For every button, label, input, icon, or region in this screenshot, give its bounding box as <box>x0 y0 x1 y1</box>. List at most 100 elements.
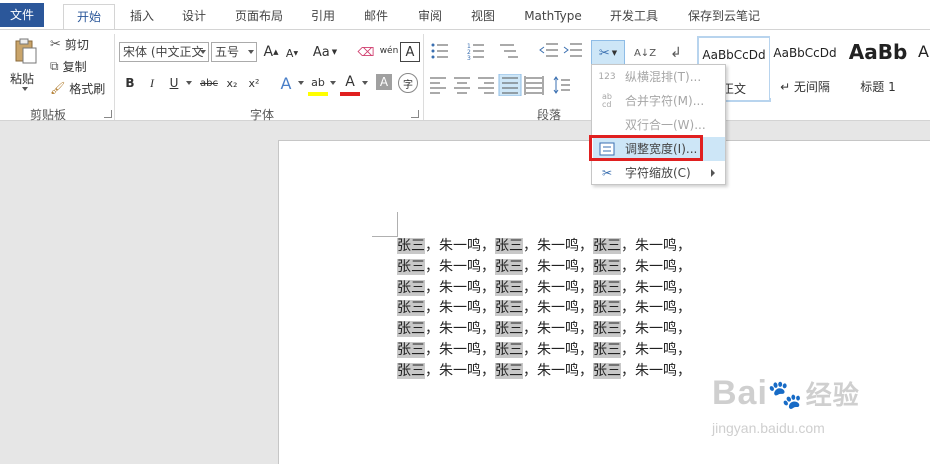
tab-save-to-cloud-note[interactable]: 保存到云笔记 <box>682 4 766 30</box>
text-segment: ，朱一鸣， <box>425 300 495 316</box>
paragraph-top-row: 123 <box>431 43 582 62</box>
font-color-button[interactable]: A <box>340 72 360 96</box>
increase-indent-icon[interactable] <box>563 43 582 57</box>
copy-button[interactable]: ⧉ 复制 <box>50 58 87 74</box>
text-line[interactable]: 张三，朱一鸣，张三，朱一鸣，张三，朱一鸣， <box>397 278 691 298</box>
char-shading-button[interactable]: A <box>376 74 392 90</box>
text-segment: ，朱一鸣， <box>621 238 691 254</box>
highlighted-name: 张三 <box>397 342 425 358</box>
font-color-dropdown-arrow[interactable] <box>362 81 368 85</box>
distributed-icon[interactable] <box>524 76 544 95</box>
tab-home[interactable]: 开始 <box>63 4 115 32</box>
highlight-dropdown-arrow[interactable] <box>330 81 336 85</box>
italic-button[interactable]: I <box>144 74 160 92</box>
menu-item-combine-chars[interactable]: ab cd 合并字符(M)... <box>593 89 725 113</box>
text-segment: ，朱一鸣， <box>425 259 495 275</box>
highlighted-name: 张三 <box>495 300 523 316</box>
underline-dropdown-arrow[interactable] <box>186 81 192 85</box>
font-name-combobox[interactable]: 宋体 (中文正文 <box>119 42 209 62</box>
shrink-font-button[interactable]: A ▼ <box>284 44 300 62</box>
clipboard-dialog-launcher[interactable] <box>104 110 112 118</box>
enclose-chars-button[interactable]: 字 <box>398 73 418 93</box>
text-line[interactable]: 张三，朱一鸣，张三，朱一鸣，张三，朱一鸣， <box>397 340 691 360</box>
text-segment: ，朱一鸣， <box>425 342 495 358</box>
underline-button[interactable]: U <box>166 74 182 92</box>
grow-font-button[interactable]: A ▲ <box>262 42 280 62</box>
highlighted-name: 张三 <box>397 363 425 379</box>
text-line[interactable]: 张三，朱一鸣，张三，朱一鸣，张三，朱一鸣， <box>397 319 691 339</box>
baidu-watermark: Bai🐾经验 jingyan.baidu.com <box>712 374 912 444</box>
text-effects-button[interactable]: A <box>276 72 296 94</box>
paste-dropdown-arrow[interactable] <box>22 87 28 91</box>
bullets-icon[interactable] <box>431 43 449 59</box>
tab-mailings[interactable]: 邮件 <box>358 4 394 30</box>
highlight-color-button[interactable]: ab <box>308 72 328 96</box>
font-size-combobox[interactable]: 五号 <box>211 42 257 62</box>
phonetic-guide-icon: wén <box>379 46 399 56</box>
text-line[interactable]: 张三，朱一鸣，张三，朱一鸣，张三，朱一鸣， <box>397 298 691 318</box>
highlighted-name: 张三 <box>495 342 523 358</box>
style-heading-2[interactable]: A <box>914 36 930 98</box>
show-marks-button[interactable]: ↲ <box>666 42 686 64</box>
cut-button[interactable]: ✂ 剪切 <box>50 36 89 52</box>
highlighted-name: 张三 <box>495 363 523 379</box>
menu-item-label: 合并字符(M)... <box>625 94 705 108</box>
numbering-icon[interactable]: 123 <box>467 43 484 62</box>
menu-item-vertical-horizontal[interactable]: 123 纵横混排(T)... <box>593 65 725 89</box>
watermark-url: jingyan.baidu.com <box>712 420 825 436</box>
grow-font-icon: A <box>263 44 274 60</box>
tab-review[interactable]: 审阅 <box>412 4 448 30</box>
change-case-icon: Aa <box>312 44 330 60</box>
font-name-value: 宋体 (中文正文 <box>123 45 204 59</box>
decrease-indent-icon[interactable] <box>539 43 558 57</box>
tab-references[interactable]: 引用 <box>305 4 341 30</box>
align-center-icon[interactable] <box>454 77 470 94</box>
menu-item-two-lines-in-one[interactable]: 双行合一(W)... <box>593 113 725 137</box>
text-line[interactable]: 张三，朱一鸣，张三，朱一鸣，张三，朱一鸣， <box>397 361 691 381</box>
subscript-button[interactable]: x₂ <box>223 74 241 92</box>
align-right-icon[interactable] <box>478 77 494 94</box>
font-dialog-launcher[interactable] <box>411 110 419 118</box>
style-heading-1[interactable]: AaBb 标题 1 <box>843 36 913 98</box>
menu-item-label: 字符缩放(C) <box>625 166 691 180</box>
copy-label: 复制 <box>62 59 87 74</box>
format-painter-button[interactable]: 🖌 格式刷 <box>50 80 105 96</box>
text-line[interactable]: 张三，朱一鸣，张三，朱一鸣，张三，朱一鸣， <box>397 236 691 256</box>
asian-layout-button[interactable]: ✂ ▼ <box>591 40 625 66</box>
tab-file[interactable]: 文件 <box>0 3 44 27</box>
clear-formatting-button[interactable]: ⌫ <box>356 42 376 62</box>
line-spacing-icon[interactable] <box>553 76 570 94</box>
phonetic-guide-button[interactable]: wén <box>378 40 400 62</box>
format-painter-label: 格式刷 <box>69 81 106 96</box>
change-case-button[interactable]: Aa ▼ <box>310 42 340 62</box>
text-segment: ，朱一鸣， <box>523 238 593 254</box>
tab-insert[interactable]: 插入 <box>124 4 160 30</box>
text-line[interactable]: 张三，朱一鸣，张三，朱一鸣，张三，朱一鸣， <box>397 257 691 277</box>
text-segment: ，朱一鸣， <box>621 321 691 337</box>
tab-design[interactable]: 设计 <box>176 4 212 30</box>
highlighted-name: 张三 <box>495 280 523 296</box>
combine-chars-icon: ab cd <box>602 92 612 109</box>
text-effects-dropdown-arrow[interactable] <box>298 81 304 85</box>
strikethrough-button[interactable]: abc <box>198 74 220 92</box>
align-left-icon[interactable] <box>430 77 446 94</box>
menu-item-char-scale[interactable]: ✂ 字符缩放(C) <box>593 161 725 185</box>
copy-icon: ⧉ <box>50 58 59 73</box>
char-border-button[interactable]: A <box>400 42 420 62</box>
justify-icon[interactable] <box>498 74 522 96</box>
superscript-button[interactable]: x² <box>245 74 263 92</box>
text-segment: ，朱一鸣， <box>425 363 495 379</box>
tab-page-layout[interactable]: 页面布局 <box>229 4 289 30</box>
style-no-spacing[interactable]: AaBbCcDd ↵ 无间隔 <box>770 36 840 98</box>
paragraph-bottom-row <box>430 74 570 96</box>
multilevel-list-icon[interactable] <box>500 44 518 58</box>
tab-developer[interactable]: 开发工具 <box>604 4 664 30</box>
paintbrush-icon: 🖌 <box>50 81 66 95</box>
paste-button[interactable] <box>8 36 42 66</box>
tab-view[interactable]: 视图 <box>465 4 501 30</box>
tab-mathtype[interactable]: MathType <box>518 4 588 30</box>
sort-button[interactable]: A↓Z <box>634 42 656 64</box>
menu-item-label: 双行合一(W)... <box>625 118 706 132</box>
text-segment: ，朱一鸣， <box>621 300 691 316</box>
bold-button[interactable]: B <box>122 74 138 92</box>
